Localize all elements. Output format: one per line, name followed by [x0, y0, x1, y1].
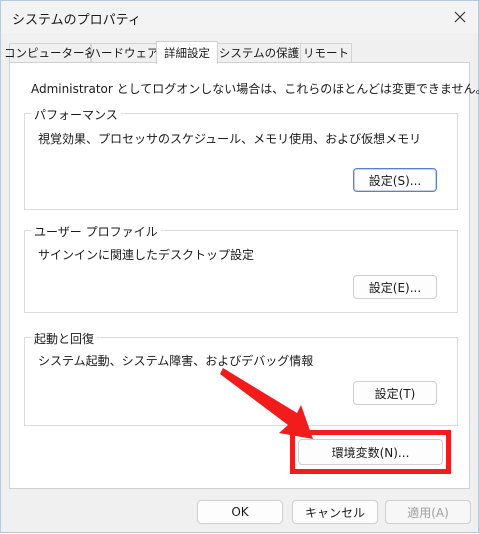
- tab-advanced[interactable]: 詳細設定: [156, 41, 218, 64]
- tab-label: 詳細設定: [164, 46, 210, 60]
- ok-button[interactable]: OK: [197, 500, 283, 524]
- cancel-button[interactable]: キャンセル: [292, 500, 378, 524]
- system-properties-window: システムのプロパティ コンピューター名 ハードウェア 詳細設定 システムの保護 …: [0, 0, 479, 533]
- apply-button[interactable]: 適用(A): [385, 500, 471, 524]
- red-arrow-icon: [220, 368, 313, 439]
- dialog-footer: OK キャンセル 適用(A): [1, 489, 478, 532]
